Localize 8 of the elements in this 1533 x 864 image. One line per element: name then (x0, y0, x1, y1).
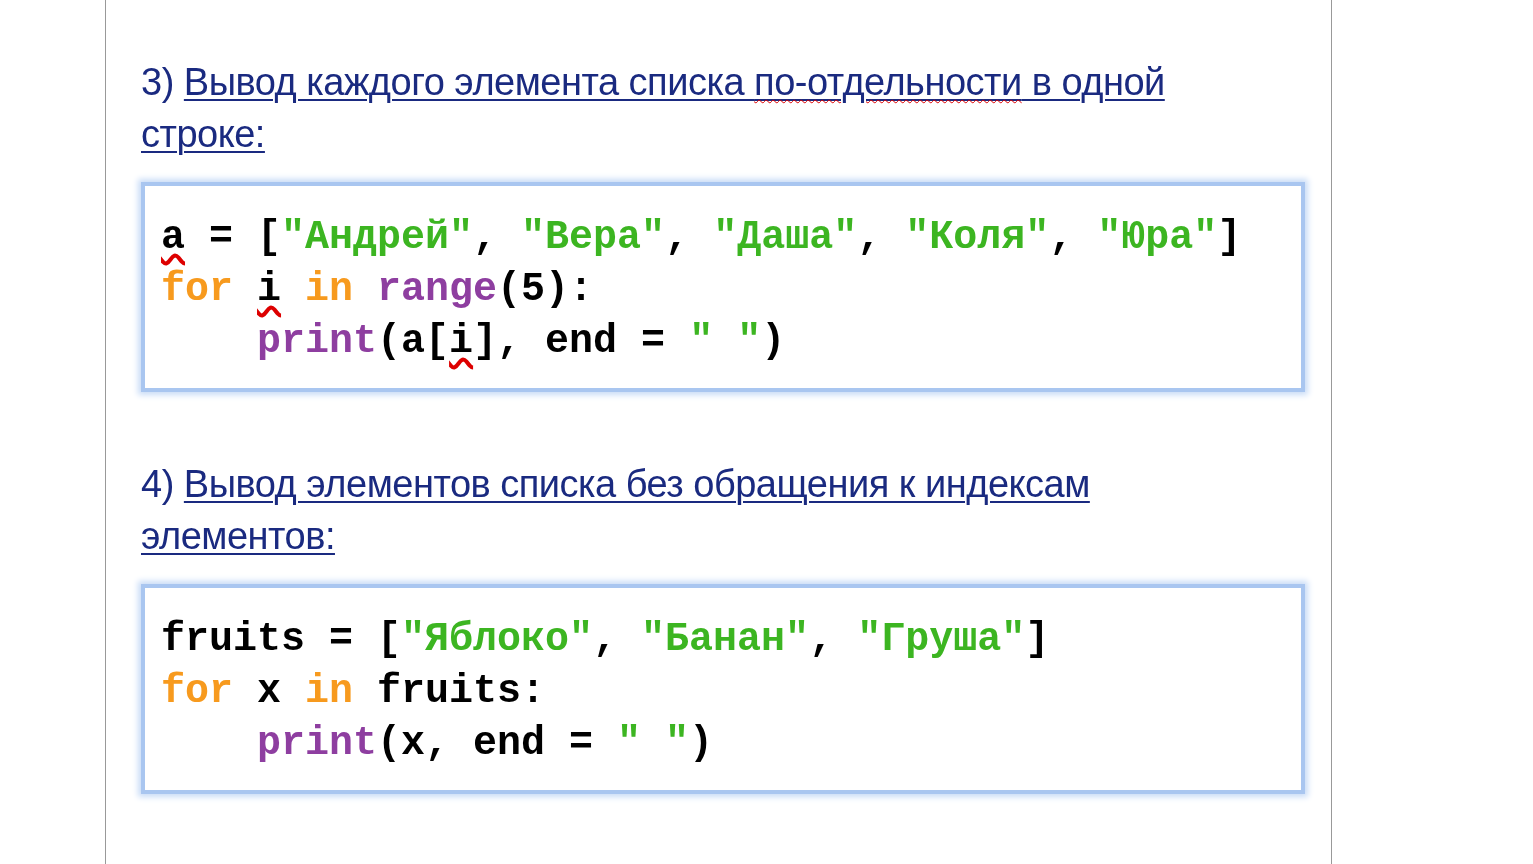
code-line: print(x, end = " ") (256, 720, 714, 768)
section-heading: 3) Вывод каждого элемента списка по-отдельности в одной строке: (141, 60, 1166, 157)
code-line: for x in fruits: (161, 668, 546, 716)
code-line: a = ["Андрей", "Вера", "Даша", "Коля", "Юра"] (161, 214, 1242, 262)
code-line: for i in range(5): (161, 266, 594, 314)
code-line: print(a[i], end = " ") (256, 318, 786, 366)
section-heading: 4) Вывод элементов списка без обращения к индексам элементов: (141, 462, 1091, 559)
code-line: fruits = ["Яблоко", "Банан", "Груша"] (161, 616, 1050, 664)
